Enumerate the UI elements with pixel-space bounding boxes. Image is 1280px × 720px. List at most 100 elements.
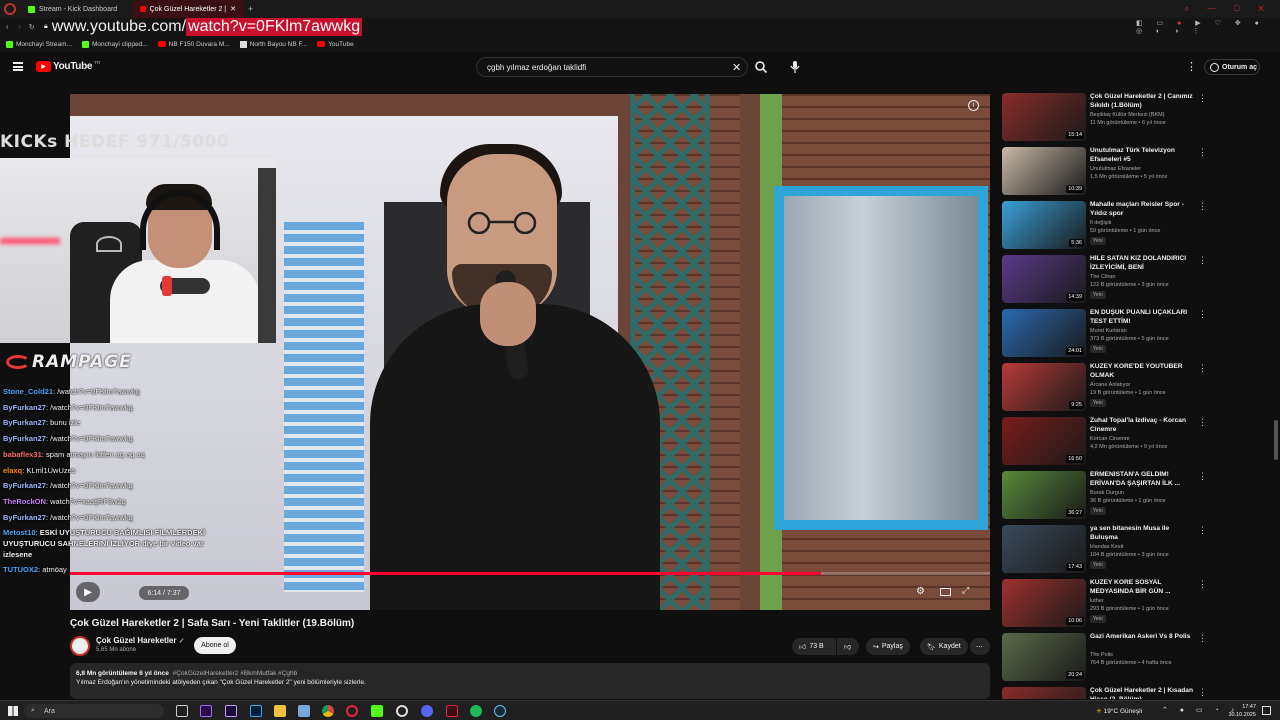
- recommendation-thumbnail[interactable]: [1002, 687, 1086, 699]
- recommendation-title[interactable]: Çok Güzel Hareketler 2 | Canımız Sıkıldı…: [1090, 93, 1194, 110]
- reload-icon[interactable]: ↻: [29, 23, 35, 31]
- back-icon[interactable]: ‹: [6, 24, 8, 31]
- recommendation-thumbnail[interactable]: 14:39: [1002, 255, 1086, 303]
- tab-kick-dashboard[interactable]: Stream - Kick Dashboard: [20, 0, 132, 18]
- obs-icon[interactable]: [396, 705, 408, 717]
- steam-icon[interactable]: [494, 705, 506, 717]
- premiere-icon[interactable]: [200, 705, 212, 717]
- recommendation-channel[interactable]: Murat Kurtaran: [1090, 328, 1194, 334]
- more-options-icon[interactable]: ⋮: [1198, 633, 1207, 644]
- notifications-icon[interactable]: [1262, 706, 1271, 715]
- search-icon[interactable]: [754, 60, 768, 74]
- more-options-icon[interactable]: ⋮: [1186, 60, 1197, 73]
- microphone-icon[interactable]: [790, 60, 800, 74]
- recommendation-channel[interactable]: Korcan Cinemre: [1090, 436, 1194, 442]
- notepad-icon[interactable]: [298, 705, 310, 717]
- dislike-button[interactable]: 👎︎: [837, 638, 859, 655]
- recommendation-channel[interactable]: Arcane Anlatıyor: [1090, 382, 1194, 388]
- more-options-icon[interactable]: ⋮: [1198, 687, 1207, 698]
- browser-menu-icon[interactable]: [4, 3, 16, 15]
- discord-icon[interactable]: [421, 705, 433, 717]
- hashtags[interactable]: #ÇokGüzelHareketler2 #BkmMutfak #Çghb: [173, 670, 298, 677]
- recommendation-item[interactable]: 36:27 ERMENİSTAN'A GELDİM! ERİVAN'DA ŞAŞI…: [1002, 471, 1208, 525]
- recommendation-thumbnail[interactable]: 10:39: [1002, 147, 1086, 195]
- kick-app-icon[interactable]: [371, 705, 383, 717]
- recommendation-thumbnail[interactable]: 20:24: [1002, 633, 1086, 681]
- bookmark-item[interactable]: North Bayou NB F...: [239, 40, 307, 48]
- recommendation-channel[interactable]: İl değişik: [1090, 220, 1194, 226]
- more-options-icon[interactable]: ⋮: [1198, 147, 1207, 158]
- forward-icon[interactable]: ›: [18, 24, 20, 31]
- recommendation-title[interactable]: ERMENİSTAN'A GELDİM! ERİVAN'DA ŞAŞIRTAN …: [1090, 471, 1194, 488]
- like-button[interactable]: 👍︎ 73 B: [792, 638, 836, 655]
- more-options-icon[interactable]: ⋮: [1198, 363, 1207, 374]
- photoshop-icon[interactable]: [250, 705, 262, 717]
- recommendation-item[interactable]: 16:50 Zuhal Topal'la İzdivaç - Korcan Cin…: [1002, 417, 1208, 471]
- recommendation-title[interactable]: Gazi Amerikan Askeri Vs 8 Polis: [1090, 633, 1194, 642]
- recommendation-thumbnail[interactable]: 17:43: [1002, 525, 1086, 573]
- channel-name[interactable]: Çok Güzel Hareketler ✓: [96, 636, 185, 645]
- recommendation-title[interactable]: KUZEY KORE SOSYAL MEDYASINDA BİR GÜN ...: [1090, 579, 1194, 596]
- tab-youtube-video[interactable]: Çok Güzel Hareketler 2 | ✕: [132, 0, 244, 18]
- opera-gx-icon[interactable]: [446, 705, 458, 717]
- more-options-icon[interactable]: ⋮: [1198, 525, 1207, 536]
- recommendation-channel[interactable]: İrlandas Kesit: [1090, 544, 1194, 550]
- recommendation-title[interactable]: KUZEY KORE'DE YOUTUBER OLMAK: [1090, 363, 1194, 380]
- recommendation-thumbnail[interactable]: 9:25: [1002, 363, 1086, 411]
- url-field[interactable]: 🔒︎ www.youtube.com/watch?v=0FKlm7awwkg: [44, 18, 1124, 36]
- bookmark-item[interactable]: NB F150 Duvara M...: [157, 41, 230, 48]
- recommendation-title[interactable]: EN DÜŞÜK PUANLI UÇAKLARI TEST ETTİM!: [1090, 309, 1194, 326]
- recommendation-channel[interactable]: The Cihan: [1090, 274, 1194, 280]
- bookmark-item[interactable]: Monchayi Stream...: [6, 40, 72, 48]
- recommendation-thumbnail[interactable]: 24:01: [1002, 309, 1086, 357]
- windows-start-icon[interactable]: [8, 706, 18, 716]
- recommendation-title[interactable]: Mahalle maçları Reisler Spor - Yıldız sp…: [1090, 201, 1194, 218]
- recommendation-item[interactable]: 14:39 HİLE SATAN KIZ DOLANDIRICI İZLEYİCİ…: [1002, 255, 1208, 309]
- recommendation-item[interactable]: 24:01 EN DÜŞÜK PUANLI UÇAKLARI TEST ETTİM…: [1002, 309, 1208, 363]
- task-view-icon[interactable]: [176, 705, 188, 717]
- spotify-icon[interactable]: [470, 705, 482, 717]
- recommendation-title[interactable]: Zuhal Topal'la İzdivaç - Korcan Cinemre: [1090, 417, 1194, 434]
- more-options-icon[interactable]: ⋮: [1198, 309, 1207, 320]
- page-scrollbar[interactable]: [1274, 420, 1278, 460]
- more-actions-button[interactable]: ⋯: [970, 638, 990, 655]
- info-icon[interactable]: i: [968, 100, 979, 111]
- recommendation-thumbnail[interactable]: 10:06: [1002, 579, 1086, 627]
- description-box[interactable]: 6,8 Mn görüntüleme 6 yıl önce #ÇokGüzelH…: [70, 663, 990, 699]
- recommendation-item[interactable]: 17:43 ya sen bitanesin Musa ile Buluşma İr…: [1002, 525, 1208, 579]
- signin-button[interactable]: Oturum aç: [1204, 59, 1260, 75]
- recommendation-thumbnail[interactable]: 36:27: [1002, 471, 1086, 519]
- taskbar-clock[interactable]: 17:47 30.10.2025: [1228, 703, 1256, 719]
- recommendation-thumbnail[interactable]: 15:14: [1002, 93, 1086, 141]
- youtube-logo[interactable]: ▶ YouTube TR: [36, 60, 100, 72]
- weather-widget[interactable]: ☀ 19°C Güneşli: [1096, 707, 1142, 715]
- recommendation-item[interactable]: 10:39 Unutulmaz Türk Televizyon Efsaneler…: [1002, 147, 1208, 201]
- extensions-icons[interactable]: ◧ ▭ ● ▶ ♡ ✥ ● ◎ ◐ ◑ ⋮: [1136, 19, 1280, 35]
- recommendation-channel[interactable]: luther: [1090, 598, 1194, 604]
- save-button[interactable]: 🔖︎ Kaydet: [920, 638, 968, 655]
- miniplayer-icon[interactable]: [940, 588, 951, 596]
- chrome-icon[interactable]: [322, 705, 334, 717]
- tab-close-icon[interactable]: ✕: [230, 5, 236, 13]
- more-options-icon[interactable]: ⋮: [1198, 579, 1207, 590]
- recommendation-title[interactable]: HİLE SATAN KIZ DOLANDIRICI İZLEYİCİMİ, B…: [1090, 255, 1194, 272]
- recommendation-item[interactable]: 9:25 KUZEY KORE'DE YOUTUBER OLMAK Arcane A…: [1002, 363, 1208, 417]
- subscribe-button[interactable]: Abone ol: [194, 637, 236, 654]
- taskbar-search[interactable]: ⌕ Ara: [24, 704, 164, 718]
- hamburger-menu-icon[interactable]: [13, 62, 23, 71]
- recommendation-channel[interactable]: Burak Durgun: [1090, 490, 1194, 496]
- fullscreen-icon[interactable]: ⤢: [962, 585, 969, 596]
- recommendation-thumbnail[interactable]: 5:36: [1002, 201, 1086, 249]
- file-explorer-icon[interactable]: [274, 705, 286, 717]
- recommendation-item[interactable]: Çok Güzel Hareketler 2 | Kısadan Hisse (…: [1002, 687, 1208, 699]
- progress-bar[interactable]: [70, 572, 990, 575]
- more-options-icon[interactable]: ⋮: [1198, 471, 1207, 482]
- share-button[interactable]: ↪ Paylaş: [866, 638, 910, 655]
- bookmark-item[interactable]: Monchayi clipped...: [82, 40, 148, 48]
- new-tab-icon[interactable]: +: [248, 4, 253, 14]
- recommendation-item[interactable]: 15:14 Çok Güzel Hareketler 2 | Canımız Sı…: [1002, 93, 1208, 147]
- recommendation-channel[interactable]: Beşiktaş Kültür Merkezi (BKM): [1090, 112, 1194, 118]
- after-effects-icon[interactable]: [225, 705, 237, 717]
- recommendation-thumbnail[interactable]: 16:50: [1002, 417, 1086, 465]
- recommendation-item[interactable]: 5:36 Mahalle maçları Reisler Spor - Yıldı…: [1002, 201, 1208, 255]
